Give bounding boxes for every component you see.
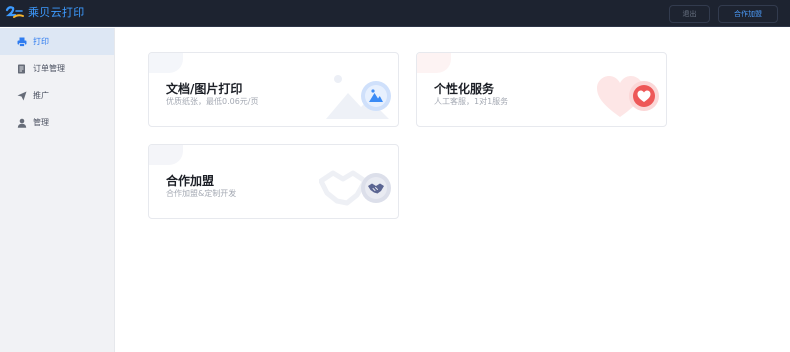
sidebar: 打印 订单管理 推广 管理 (0, 28, 115, 352)
card-badge (361, 81, 391, 111)
sidebar-item-manage[interactable]: 管理 (0, 109, 114, 136)
sidebar-item-label: 订单管理 (33, 64, 65, 73)
card-badge (361, 173, 391, 203)
card-subtitle: 优质纸张，最低0.06元/页 (166, 97, 259, 106)
personal-service-card[interactable]: 个性化服务 人工客服，1对1服务 (416, 52, 667, 127)
handshake-decoration-icon (319, 170, 367, 206)
handshake-icon (365, 177, 387, 199)
user-icon (17, 118, 27, 128)
app-title: 乘贝云打印 (28, 6, 85, 19)
sidebar-item-promotion[interactable]: 推广 (0, 82, 114, 109)
logo[interactable]: 乘贝云打印 (5, 5, 85, 21)
card-title: 文档/图片打印 (166, 82, 243, 96)
print-service-card[interactable]: 文档/图片打印 优质纸张，最低0.06元/页 (148, 52, 399, 127)
heart-icon (633, 85, 655, 107)
image-icon (365, 85, 387, 107)
card-subtitle: 合作加盟&定制开发 (166, 189, 237, 198)
card-subtitle: 人工客服，1对1服务 (434, 97, 509, 106)
printer-icon (17, 37, 27, 47)
logout-button[interactable]: 退出 (669, 5, 710, 23)
card-title: 合作加盟 (166, 174, 215, 188)
document-icon (18, 64, 25, 73)
card-badge (629, 81, 659, 111)
send-icon (17, 91, 27, 100)
sidebar-item-print[interactable]: 打印 (0, 28, 114, 55)
join-button[interactable]: 合作加盟 (718, 5, 778, 23)
card-corner-decoration (417, 53, 451, 73)
card-title: 个性化服务 (434, 82, 495, 96)
sidebar-item-label: 管理 (33, 118, 49, 127)
card-corner-decoration (149, 53, 183, 73)
card-corner-decoration (149, 145, 183, 165)
franchise-card[interactable]: 合作加盟 合作加盟&定制开发 (148, 144, 399, 219)
top-bar: 乘贝云打印 退出 合作加盟 (0, 0, 790, 27)
logo-icon (5, 6, 24, 18)
sidebar-item-label: 打印 (33, 37, 49, 46)
sidebar-item-orders[interactable]: 订单管理 (0, 55, 114, 82)
sidebar-item-label: 推广 (33, 91, 49, 100)
